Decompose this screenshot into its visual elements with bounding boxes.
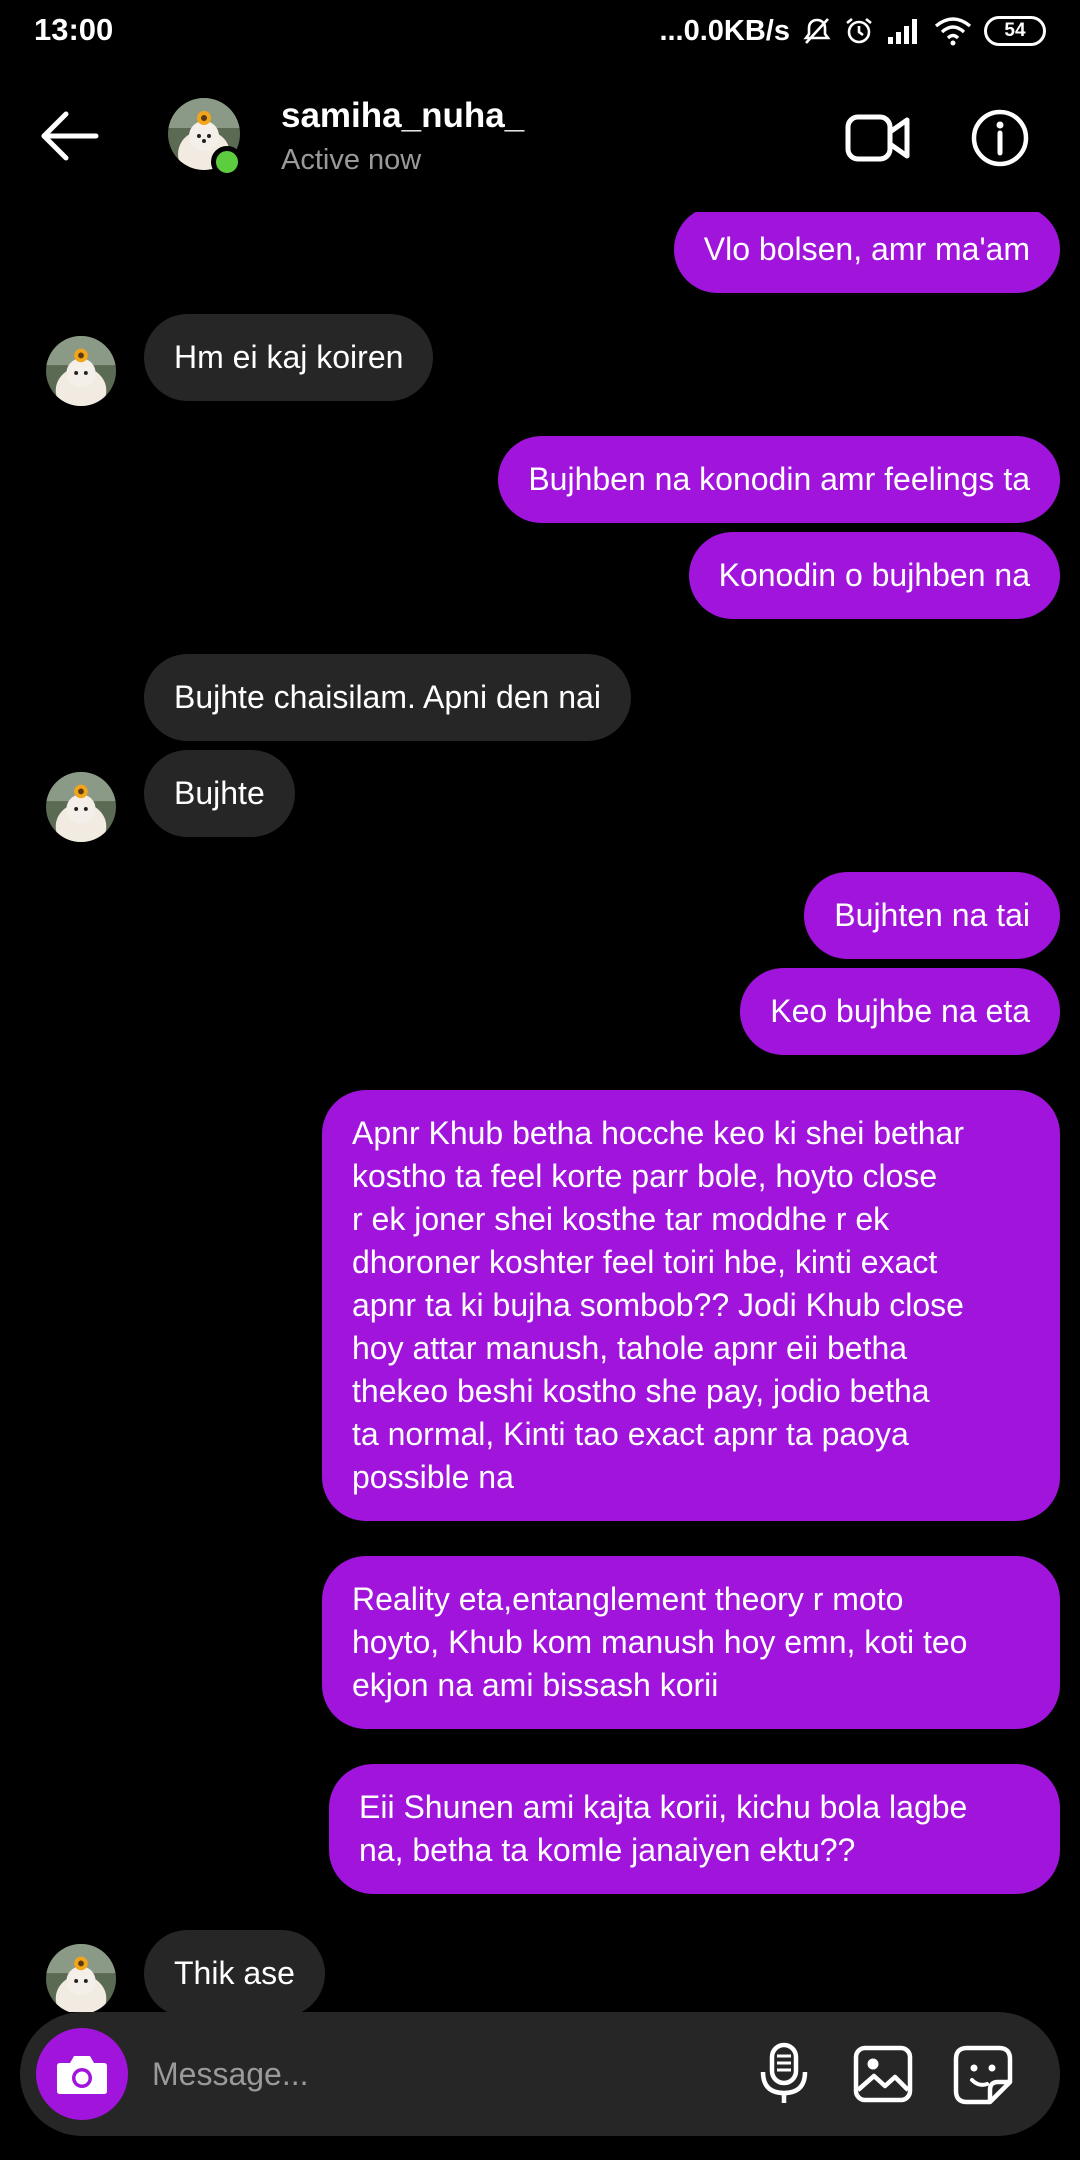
back-arrow-icon — [41, 111, 99, 161]
outgoing-message[interactable]: Keo bujhbe na eta — [740, 968, 1060, 1055]
status-bar: 13:00 ...0.0KB/s 54 — [0, 0, 1080, 62]
video-call-button[interactable] — [845, 112, 911, 164]
avatar[interactable] — [46, 336, 116, 406]
battery-icon: 54 — [984, 16, 1046, 46]
sticker-icon — [953, 2045, 1013, 2105]
online-indicator — [211, 146, 243, 178]
status-right: ...0.0KB/s 54 — [659, 10, 1046, 52]
gallery-icon — [853, 2045, 913, 2103]
avatar[interactable] — [46, 1944, 116, 2012]
chat-screen: 13:00 ...0.0KB/s 54 samiha_nuha_ Active … — [0, 0, 1080, 2160]
outgoing-message[interactable]: Bujhten na tai — [804, 872, 1060, 959]
incoming-message[interactable]: Bujhte — [144, 750, 295, 837]
message-composer — [20, 2012, 1060, 2136]
avatar[interactable] — [46, 772, 116, 842]
contact-status: Active now — [281, 144, 422, 176]
mute-icon — [802, 16, 832, 46]
incoming-message[interactable]: Bujhte chaisilam. Apni den nai — [144, 654, 631, 741]
microphone-button[interactable] — [756, 2042, 812, 2106]
outgoing-message[interactable]: Vlo bolsen, amr ma'am — [673, 212, 1060, 293]
signal-icon — [886, 16, 922, 46]
outgoing-message[interactable]: Reality eta,entanglement theory r moto h… — [322, 1556, 1060, 1729]
incoming-message[interactable]: Hm ei kaj koiren — [144, 314, 434, 401]
wifi-icon — [934, 16, 972, 46]
video-call-icon — [845, 114, 910, 162]
incoming-message[interactable]: Thik ase — [144, 1930, 325, 2012]
microphone-icon — [760, 2042, 808, 2103]
network-speed: ...0.0KB/s — [659, 14, 790, 47]
alarm-icon — [844, 16, 874, 46]
camera-button[interactable] — [36, 2028, 128, 2120]
outgoing-message[interactable]: Eii Shunen ami kajta korii, kichu bola l… — [329, 1764, 1060, 1894]
status-time: 13:00 — [34, 12, 114, 47]
back-button[interactable] — [36, 108, 106, 164]
message-input[interactable] — [152, 2012, 712, 2136]
chat-header: samiha_nuha_ Active now — [0, 62, 1080, 212]
info-button[interactable] — [970, 108, 1030, 168]
info-icon — [971, 109, 1029, 167]
message-list[interactable]: Vlo bolsen, amr ma'am Hm ei kaj koiren B… — [0, 212, 1080, 2012]
sticker-button[interactable] — [952, 2044, 1014, 2106]
outgoing-message[interactable]: Konodin o bujhben na — [688, 532, 1060, 619]
contact-name[interactable]: samiha_nuha_ — [281, 96, 524, 136]
outgoing-message[interactable]: Bujhben na konodin amr feelings ta — [498, 436, 1060, 523]
gallery-button[interactable] — [852, 2044, 914, 2104]
outgoing-message[interactable]: Apnr Khub betha hocche keo ki shei betha… — [322, 1090, 1060, 1521]
camera-icon — [57, 2056, 107, 2094]
